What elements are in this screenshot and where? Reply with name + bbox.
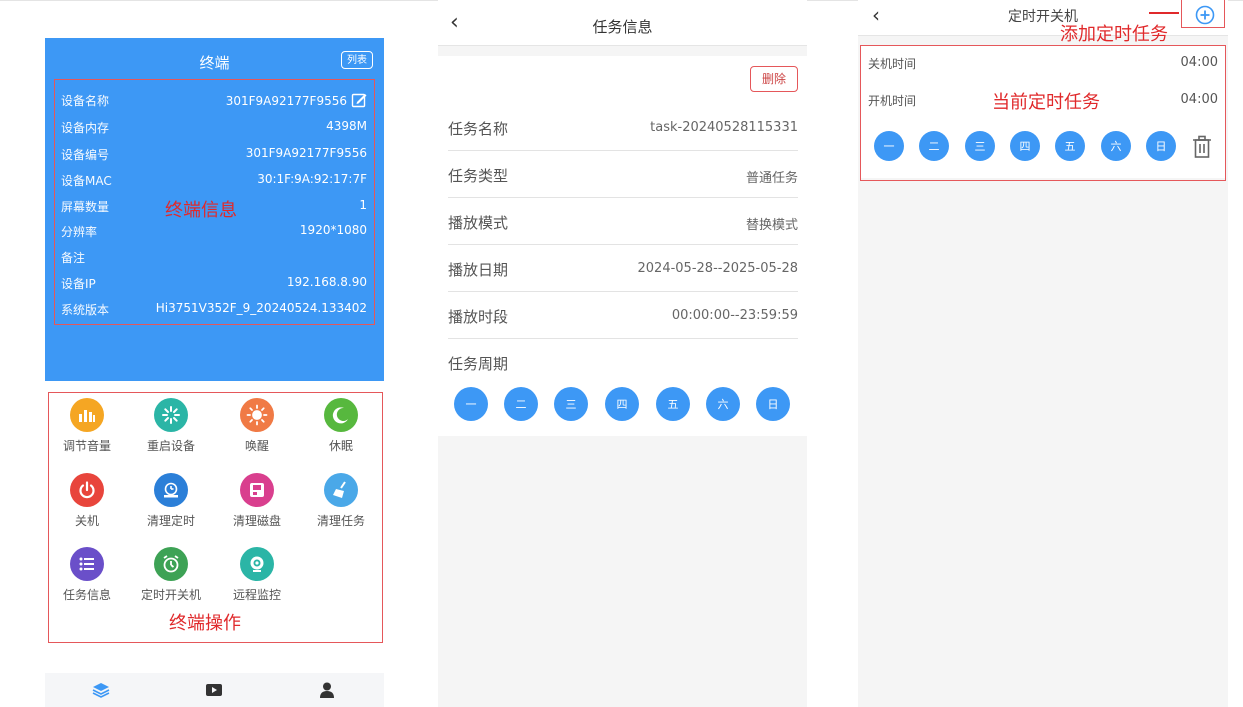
annotation-box-ops <box>48 392 383 643</box>
bottom-tab-bar <box>45 673 384 707</box>
trash-icon[interactable] <box>1192 135 1212 159</box>
layers-icon[interactable] <box>92 681 110 699</box>
day-tue[interactable]: 二 <box>504 387 538 421</box>
day-sat[interactable]: 六 <box>706 387 740 421</box>
task-row-value: 00:00:00--23:59:59 <box>671 308 798 323</box>
shutdown-time-label: 关机时间 <box>868 57 917 71</box>
annotation-box-add <box>1181 0 1225 28</box>
delete-button[interactable]: 删除 <box>750 66 798 92</box>
day-fri[interactable]: 五 <box>1055 131 1085 161</box>
list-button[interactable]: 列表 <box>341 51 373 69</box>
nav-bar: ‹ 任务信息 <box>438 0 807 46</box>
task-row: 任务类型 普通任务 <box>448 150 798 198</box>
annotation-add-label: 添加定时任务 <box>1060 24 1168 45</box>
day-fri[interactable]: 五 <box>656 387 690 421</box>
task-row-label: 任务名称 <box>448 120 509 138</box>
annotation-arrow-line <box>1149 12 1179 14</box>
shutdown-time-value: 04:00 <box>1180 55 1218 70</box>
task-row-value: task-20240528115331 <box>650 120 798 135</box>
day-sun[interactable]: 日 <box>1146 131 1176 161</box>
task-row: 播放模式 替换模式 <box>448 197 798 245</box>
day-sat[interactable]: 六 <box>1101 131 1131 161</box>
task-row-label: 播放日期 <box>448 261 509 279</box>
annotation-info-label: 终端信息 <box>165 200 237 221</box>
startup-time-label: 开机时间 <box>868 94 917 108</box>
task-row: 播放日期 2024-05-28--2025-05-28 <box>448 244 798 292</box>
user-icon[interactable] <box>318 681 336 699</box>
annotation-ops-label: 终端操作 <box>169 613 241 634</box>
day-wed[interactable]: 三 <box>554 387 588 421</box>
page-title: 终端 <box>199 54 230 72</box>
task-row-label: 播放模式 <box>448 214 509 232</box>
day-tue[interactable]: 二 <box>919 131 949 161</box>
task-row: 任务名称 task-20240528115331 <box>448 103 798 151</box>
task-period-row: 任务周期 <box>448 338 798 385</box>
day-mon[interactable]: 一 <box>454 387 488 421</box>
page-title: 任务信息 <box>592 18 653 36</box>
shutdown-time-row: 关机时间 04:00 <box>868 55 1218 72</box>
nav-bar: ‹ 定时开关机 <box>858 0 1228 36</box>
annotation-current-label: 当前定时任务 <box>992 92 1100 113</box>
task-row-value: 替换模式 <box>745 218 798 233</box>
play-icon[interactable] <box>205 681 223 699</box>
schedule-power-panel: ‹ 定时开关机 添加定时任务 关机时间 04:00 开机时间 04:00 当前定… <box>858 0 1228 707</box>
task-info-panel: ‹ 任务信息 删除 任务名称 task-20240528115331 任务类型 … <box>438 0 807 707</box>
day-thu[interactable]: 四 <box>1010 131 1040 161</box>
day-thu[interactable]: 四 <box>605 387 639 421</box>
task-row-value: 2024-05-28--2025-05-28 <box>637 261 798 276</box>
day-sun[interactable]: 日 <box>756 387 790 421</box>
task-row-label: 播放时段 <box>448 308 509 326</box>
terminal-panel: 终端 列表 设备名称 301F9A92177F9556 设备内存 4398M 设… <box>45 38 384 707</box>
task-row: 播放时段 00:00:00--23:59:59 <box>448 291 798 339</box>
day-wed[interactable]: 三 <box>965 131 995 161</box>
task-row-value: 普通任务 <box>745 171 798 186</box>
page-title: 定时开关机 <box>1008 9 1078 25</box>
startup-time-value: 04:00 <box>1180 92 1218 107</box>
day-mon[interactable]: 一 <box>874 131 904 161</box>
task-row-label: 任务类型 <box>448 167 509 185</box>
task-row-label: 任务周期 <box>448 355 509 373</box>
